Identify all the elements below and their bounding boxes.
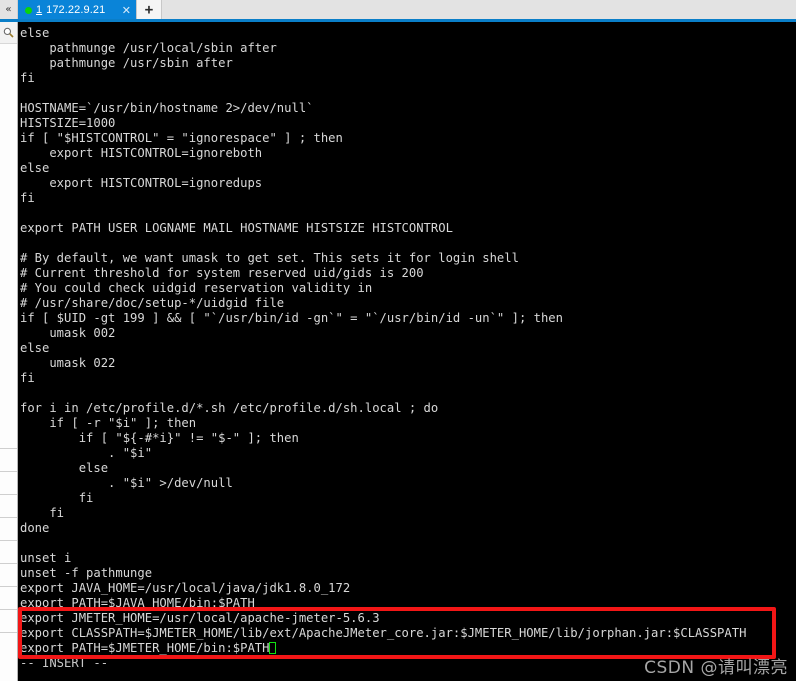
terminal-line: export PATH=$JAVA_HOME/bin:$PATH bbox=[20, 596, 255, 610]
session-sidebar bbox=[0, 22, 18, 681]
terminal-line: umask 022 bbox=[20, 356, 116, 370]
terminal-line: if [ $UID -gt 199 ] && [ "`/usr/bin/id -… bbox=[20, 311, 563, 325]
tab-bar: « 1 172.22.9.21 ✕ + bbox=[0, 0, 796, 20]
terminal-line: else bbox=[20, 26, 50, 40]
list-item[interactable] bbox=[0, 494, 17, 517]
list-item[interactable] bbox=[0, 471, 17, 494]
terminal-line: # Current threshold for system reserved … bbox=[20, 266, 424, 280]
terminal-line: fi bbox=[20, 371, 35, 385]
terminal-line: fi bbox=[20, 191, 35, 205]
sidebar-search-button[interactable] bbox=[0, 22, 17, 44]
terminal-line: for i in /etc/profile.d/*.sh /etc/profil… bbox=[20, 401, 439, 415]
sidebar-row-list bbox=[0, 448, 17, 655]
terminal-line: export JAVA_HOME=/usr/local/java/jdk1.8.… bbox=[20, 581, 351, 595]
terminal-line: if [ "${-#*i}" != "$-" ]; then bbox=[20, 431, 299, 445]
terminal-line: done bbox=[20, 521, 50, 535]
terminal-line: # You could check uidgid reservation val… bbox=[20, 281, 373, 295]
watermark: CSDN @请叫漂亮 bbox=[644, 658, 788, 678]
list-item[interactable] bbox=[0, 563, 17, 586]
terminal-line: else bbox=[20, 341, 50, 355]
tab-index: 1 bbox=[36, 4, 43, 16]
list-item[interactable] bbox=[0, 540, 17, 563]
close-icon[interactable]: ✕ bbox=[113, 4, 131, 17]
text-cursor bbox=[269, 642, 277, 654]
list-item[interactable] bbox=[0, 609, 17, 632]
terminal-line: fi bbox=[20, 491, 94, 505]
terminal-line: export HISTCONTROL=ignoreboth bbox=[20, 146, 263, 160]
terminal-line-list: else pathmunge /usr/local/sbin after pat… bbox=[19, 26, 796, 611]
sidebar-empty-space bbox=[0, 44, 17, 448]
terminal-line-highlighted: export CLASSPATH=$JMETER_HOME/lib/ext/Ap… bbox=[20, 626, 747, 640]
terminal-line: unset -f pathmunge bbox=[20, 566, 153, 580]
terminal-line: export HISTCONTROL=ignoredups bbox=[20, 176, 263, 190]
terminal-window: « 1 172.22.9.21 ✕ + else pathmunge /usr/… bbox=[0, 0, 796, 681]
terminal-line-highlighted: export JMETER_HOME=/usr/local/apache-jme… bbox=[20, 611, 380, 625]
terminal-line: HISTSIZE=1000 bbox=[20, 116, 116, 130]
terminal-line: fi bbox=[20, 71, 35, 85]
chevron-left-icon: « bbox=[5, 4, 12, 15]
sidebar-toggle-button[interactable]: « bbox=[0, 0, 18, 20]
new-tab-button[interactable]: + bbox=[136, 0, 162, 20]
terminal-line: umask 002 bbox=[20, 326, 116, 340]
terminal-output[interactable]: else pathmunge /usr/local/sbin after pat… bbox=[19, 22, 796, 681]
terminal-line: HOSTNAME=`/usr/bin/hostname 2>/dev/null` bbox=[20, 101, 314, 115]
plus-icon: + bbox=[144, 2, 154, 18]
terminal-line: # /usr/share/doc/setup-*/uidgid file bbox=[20, 296, 285, 310]
tab-label: 172.22.9.21 bbox=[46, 4, 106, 16]
list-item[interactable] bbox=[0, 448, 17, 471]
terminal-line: . "$i" >/dev/null bbox=[20, 476, 233, 490]
terminal-line: unset i bbox=[20, 551, 72, 565]
terminal-line: . "$i" bbox=[20, 446, 153, 460]
connection-status-dot bbox=[25, 6, 32, 14]
list-item[interactable] bbox=[0, 632, 17, 655]
terminal-line: export PATH USER LOGNAME MAIL HOSTNAME H… bbox=[20, 221, 453, 235]
tab-session-1[interactable]: 1 172.22.9.21 ✕ bbox=[18, 0, 136, 20]
terminal-line: # By default, we want umask to get set. … bbox=[20, 251, 519, 265]
terminal-line: else bbox=[20, 461, 109, 475]
terminal-line: else bbox=[20, 161, 50, 175]
terminal-line: fi bbox=[20, 506, 65, 520]
terminal-line: if [ "$HISTCONTROL" = "ignorespace" ] ; … bbox=[20, 131, 343, 145]
list-item[interactable] bbox=[0, 517, 17, 540]
magnifier-icon bbox=[3, 27, 14, 38]
terminal-line: if [ -r "$i" ]; then bbox=[20, 416, 197, 430]
tab-bar-empty-area bbox=[162, 0, 796, 20]
list-item[interactable] bbox=[0, 586, 17, 609]
terminal-line: pathmunge /usr/local/sbin after bbox=[20, 41, 277, 55]
terminal-cursor-line-text: export PATH=$JMETER_HOME/bin:$PATH bbox=[20, 641, 270, 655]
terminal-line: pathmunge /usr/sbin after bbox=[20, 56, 233, 70]
